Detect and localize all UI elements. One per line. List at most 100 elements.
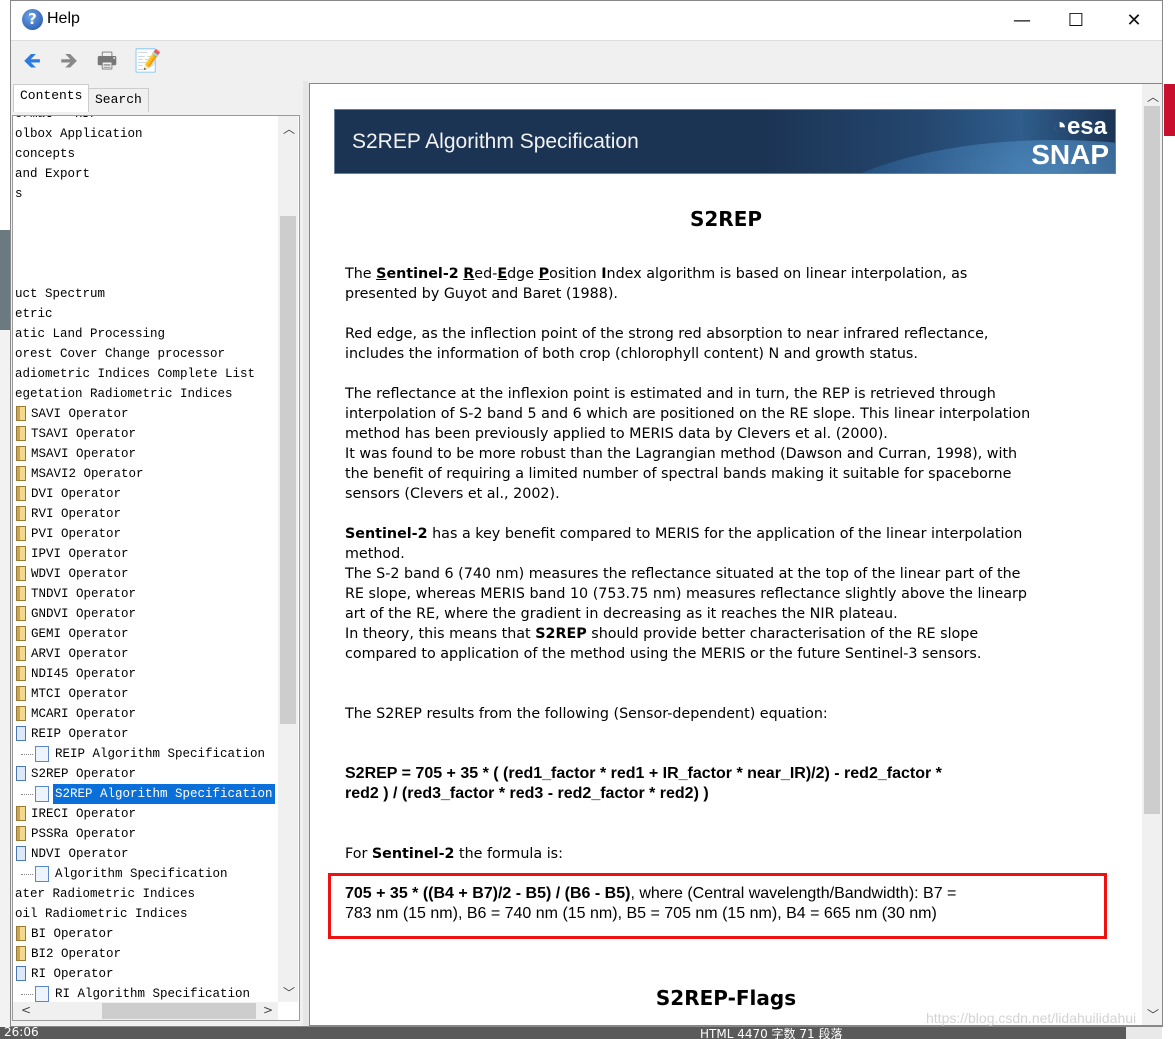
text-line: 705 + 35 * ((B4 + B7)/2 - B5) / (B6 - B5… [345,884,956,904]
tree-item-label: ater Radiometric Indices [15,887,196,901]
book-closed-icon [16,466,26,481]
tree-item[interactable]: egetation Radiometric Indices [13,384,278,404]
tree-item[interactable]: MSAVI Operator [13,444,278,464]
book-closed-icon [16,546,26,561]
scroll-right-icon[interactable]: > [263,1003,273,1017]
text-segment: presented by Guyot and Baret (1988). [345,286,618,302]
tree-item[interactable]: s [13,184,278,204]
taskbar-time: 26:06 [4,1027,39,1039]
tree-item-label: RVI Operator [31,507,122,521]
tree-item[interactable]: NDVI Operator [13,844,278,864]
tree-item[interactable]: MCARI Operator [13,704,278,724]
book-closed-icon [16,646,26,661]
tree-item[interactable]: TSAVI Operator [13,424,278,444]
tree-item[interactable] [13,204,278,224]
tab-contents[interactable]: Contents [13,84,90,112]
tree-item[interactable]: NDI45 Operator [13,664,278,684]
scrollbar-thumb[interactable] [1144,106,1160,814]
text-segment: R [463,266,475,282]
tree-item[interactable]: TNDVI Operator [13,584,278,604]
tree-item[interactable]: olbox Application [13,124,278,144]
tree-item[interactable]: MTCI Operator [13,684,278,704]
tree-item[interactable]: REIP Algorithm Specification [13,744,278,764]
tree-item[interactable] [13,244,278,264]
content-vertical-scrollbar[interactable]: ︿ ﹀ [1142,84,1162,1025]
tree-item-label: TNDVI Operator [31,587,137,601]
tree-item[interactable]: atic Land Processing [13,324,278,344]
tree-connector [21,794,33,795]
tree-item[interactable]: ormat - HDF [13,116,278,124]
tree-item[interactable]: RVI Operator [13,504,278,524]
text-segment: E [497,266,508,282]
tree-item[interactable]: SAVI Operator [13,404,278,424]
taskbar: 26:06 HTML 4470 字数 71 段落 [0,1027,1126,1039]
tree-item[interactable]: S2REP Operator [13,764,278,784]
minimize-button[interactable]: — [993,1,1051,40]
desktop-background-right [1162,0,1175,1039]
tree-item[interactable]: RI Algorithm Specification [13,984,278,1004]
tree-item-label: egetation Radiometric Indices [15,387,233,401]
tree-item[interactable]: ater Radiometric Indices [13,884,278,904]
tree-item[interactable]: orest Cover Change processor [13,344,278,364]
snap-logo: SNAP [1031,139,1109,170]
tree-item[interactable]: uct Spectrum [13,284,278,304]
tree-item[interactable] [13,264,278,284]
tab-search[interactable]: Search [88,88,149,112]
tree-item[interactable]: MSAVI2 Operator [13,464,278,484]
tree-item-label: S2REP Algorithm Specification [53,784,275,804]
tree-item[interactable]: PVI Operator [13,524,278,544]
text-segment: S2REP = 705 + 35 * ( (red1_factor * red1… [345,765,942,782]
text-line: compared to application of the method us… [345,644,1027,664]
text-line: method has been previously applied to ME… [345,424,1030,444]
page-icon [35,986,49,1002]
tree-item[interactable]: IRECI Operator [13,804,278,824]
close-button[interactable]: ✕ [1105,1,1163,40]
tree-item[interactable]: etric [13,304,278,324]
tree-item[interactable]: IPVI Operator [13,544,278,564]
book-closed-icon [16,606,26,621]
scroll-down-icon[interactable]: ﹀ [283,984,295,1001]
tree-item[interactable]: WDVI Operator [13,564,278,584]
tree-item-label: PVI Operator [31,527,122,541]
book-closed-icon [16,446,26,461]
tree-item[interactable]: Algorithm Specification [13,864,278,884]
scroll-left-icon[interactable]: < [21,1003,31,1017]
tree-horizontal-scrollbar[interactable]: < > [13,1002,278,1020]
scroll-down-icon[interactable]: ﹀ [1147,1006,1159,1023]
paragraph: The S2REP results from the following (Se… [345,704,828,724]
book-closed-icon [16,686,26,701]
esa-logo: ◔esa [1052,113,1107,140]
tree-item[interactable]: GEMI Operator [13,624,278,644]
scrollbar-thumb[interactable] [102,1003,256,1019]
page-icon [35,746,49,762]
tree-item[interactable]: GNDVI Operator [13,604,278,624]
tree-item[interactable]: PSSRa Operator [13,824,278,844]
tree-item[interactable]: ARVI Operator [13,644,278,664]
scroll-up-icon[interactable]: ︿ [283,120,295,137]
print-icon[interactable]: 🖶 [94,49,120,75]
tree-item[interactable]: BI Operator [13,924,278,944]
tree-item[interactable]: RI Operator [13,964,278,984]
tree-item[interactable]: and Export [13,164,278,184]
page-setup-icon[interactable]: 📝 [134,49,161,75]
text-segment: Sentinel-2 [371,846,455,862]
tree-item[interactable]: DVI Operator [13,484,278,504]
forward-arrow-icon[interactable]: 🡺 [56,49,82,75]
tree-item[interactable]: oil Radiometric Indices [13,904,278,924]
book-closed-icon [16,826,26,841]
back-arrow-icon[interactable]: 🡸 [19,49,45,75]
text-segment: the formula is: [454,846,563,862]
tree-item[interactable]: adiometric Indices Complete List [13,364,278,384]
window-title: Help [47,10,80,27]
tree-item[interactable] [13,224,278,244]
page-heading: S2REP [689,207,763,231]
tree-item[interactable]: S2REP Algorithm Specification [13,784,278,804]
scroll-up-icon[interactable]: ︿ [1147,88,1159,105]
tree-item[interactable]: REIP Operator [13,724,278,744]
tree-item[interactable]: concepts [13,144,278,164]
watermark: https://blog.csdn.net/lidahuilidahui [926,1010,1137,1026]
tree-item[interactable]: BI2 Operator [13,944,278,964]
scrollbar-thumb[interactable] [280,216,296,724]
maximize-button[interactable]: ☐ [1047,1,1105,40]
tree-vertical-scrollbar[interactable]: ︿ ﹀ [278,116,298,1002]
